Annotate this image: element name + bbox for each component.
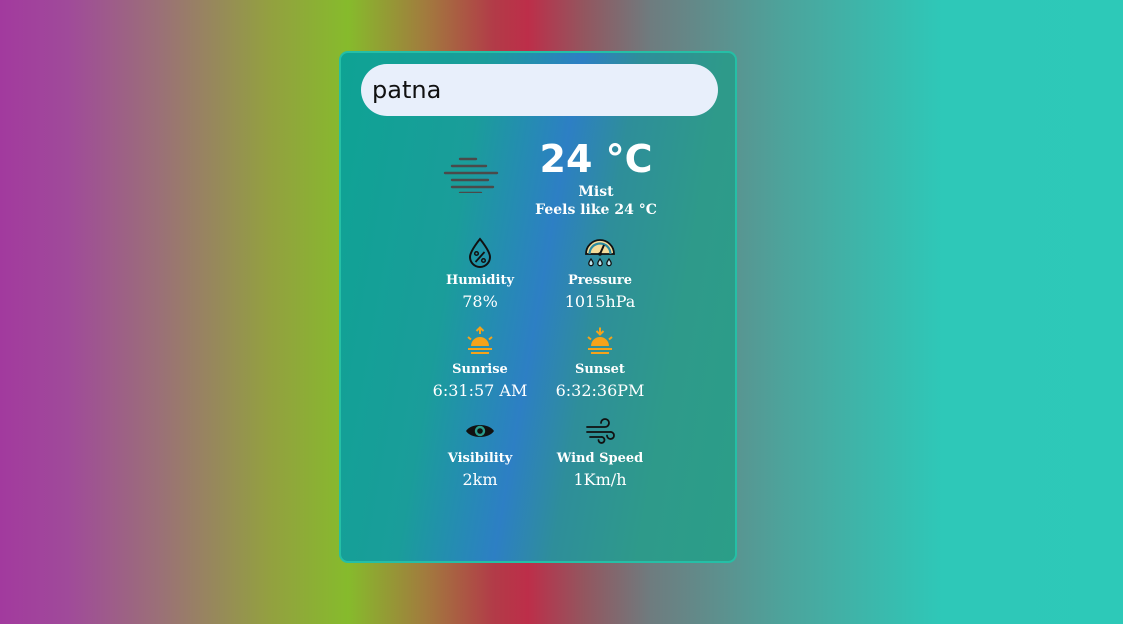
stat-wind-speed: Wind Speed 1Km/h (520, 414, 680, 491)
weather-card: 24 °C Mist Feels like 24 °C Humidity 78%… (339, 51, 737, 563)
stat-label: Pressure (567, 273, 633, 288)
mist-icon (443, 157, 499, 193)
stat-value: 1015hPa (564, 292, 636, 311)
city-search-input[interactable] (372, 76, 702, 104)
humidity-icon (468, 237, 492, 268)
temperature: 24 °C (539, 137, 653, 181)
stat-value: 6:32:36PM (555, 381, 645, 400)
wind-icon (586, 418, 615, 444)
weather-condition: Mist (578, 184, 614, 200)
stat-sunset: Sunset 6:32:36PM (520, 325, 680, 402)
stat-pressure: Pressure 1015hPa (520, 236, 680, 313)
visibility-icon (466, 425, 494, 437)
feels-like: Feels like 24 °C (535, 202, 657, 218)
stat-label: Sunset (575, 362, 625, 377)
pressure-icon (585, 239, 615, 267)
stat-label: Wind Speed (556, 451, 644, 466)
sunset-icon (587, 327, 613, 354)
search-box[interactable] (361, 64, 718, 116)
stat-value: 1Km/h (573, 470, 627, 489)
sunrise-icon (467, 326, 493, 354)
